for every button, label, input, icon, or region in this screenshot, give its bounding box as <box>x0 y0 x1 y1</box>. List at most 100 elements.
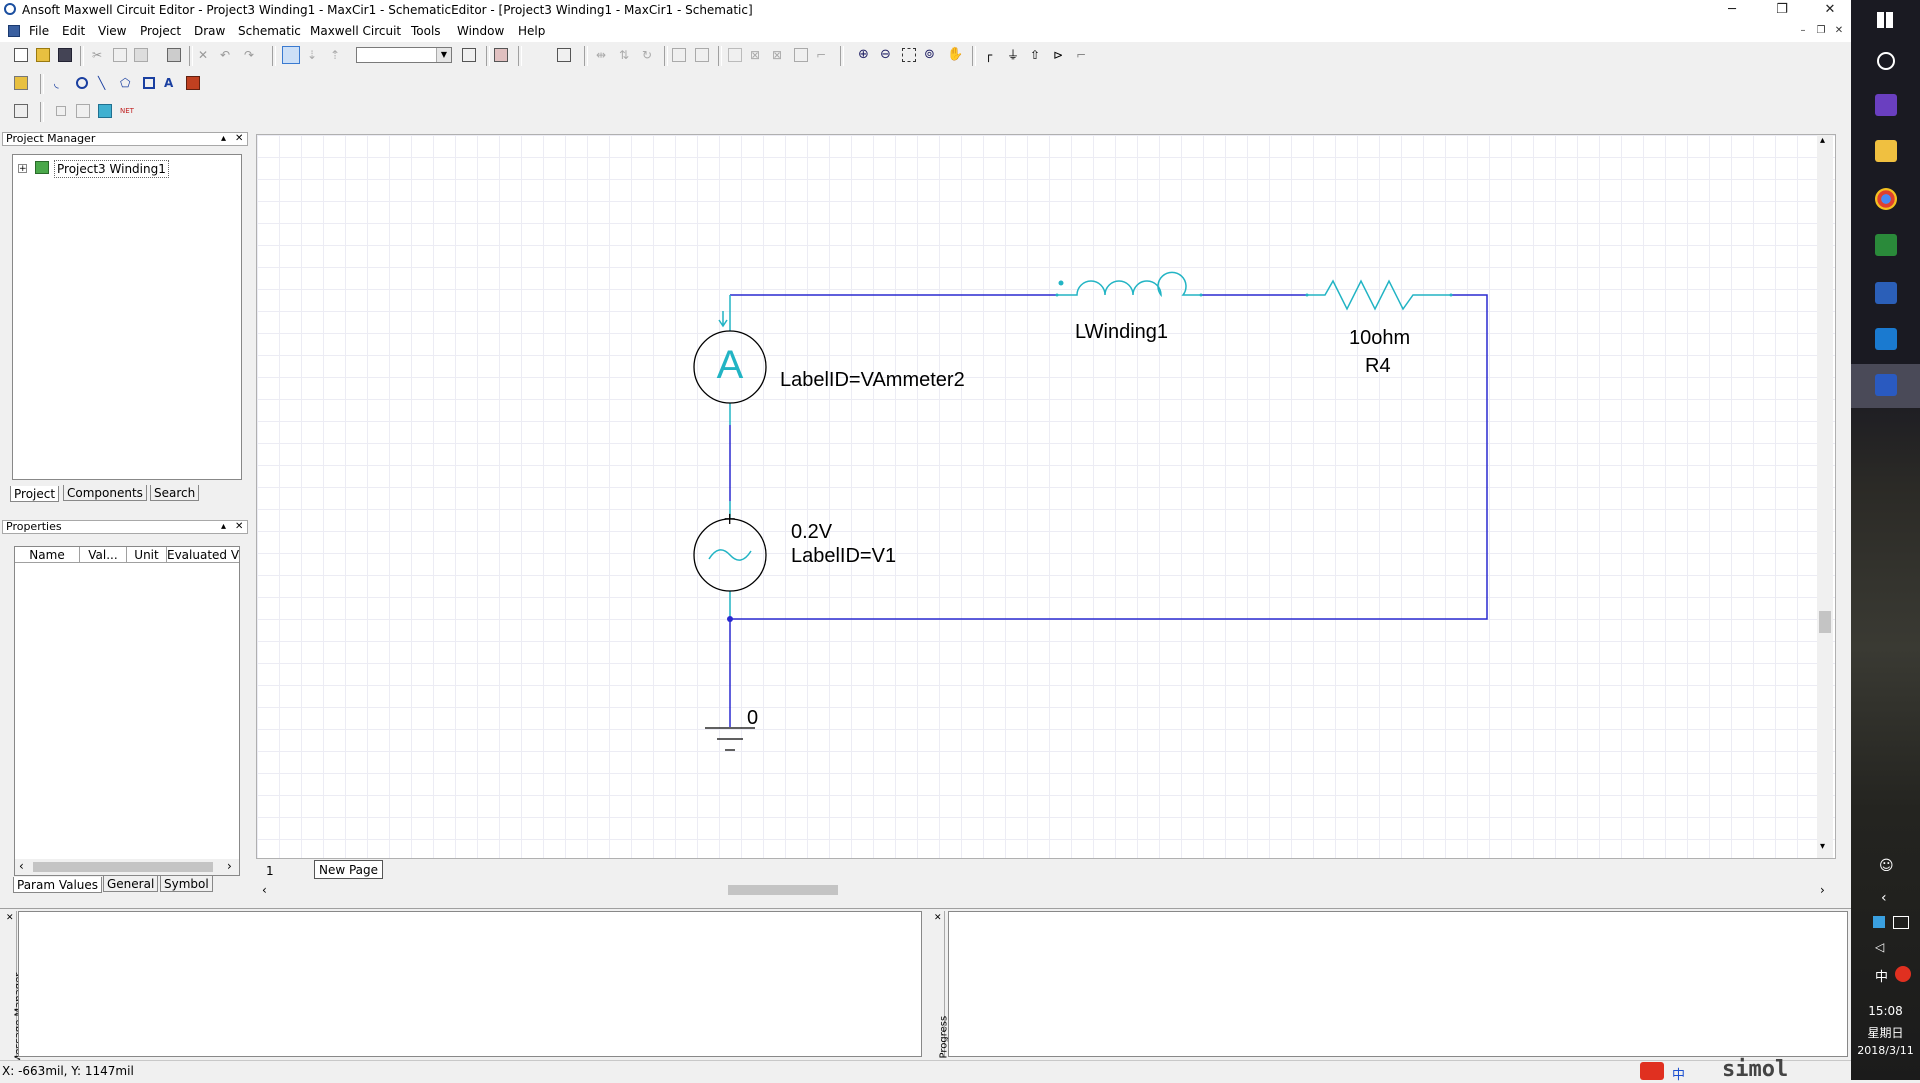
menu-draw[interactable]: Draw <box>194 24 225 38</box>
bring-front-icon[interactable] <box>672 48 686 62</box>
project-tree[interactable]: + Project3 Winding1 <box>12 154 242 480</box>
tab-general[interactable]: General <box>103 876 159 892</box>
clock-date[interactable]: 2018/3/11 <box>1851 1044 1920 1057</box>
vertical-scrollbar[interactable]: ▴ ▾ <box>1817 135 1833 858</box>
push-down-icon[interactable]: ⇣ <box>307 48 321 62</box>
zoom-in-icon[interactable]: ⊕ <box>858 48 872 62</box>
port-tool-icon[interactable]: ⇧ <box>1030 48 1044 62</box>
mdi-minimize-button[interactable]: – <box>1796 24 1810 38</box>
small-box-icon[interactable] <box>56 106 66 116</box>
column-name[interactable]: Name <box>15 547 80 563</box>
panel-close-icon[interactable]: ✕ <box>6 913 14 923</box>
save-icon[interactable] <box>58 48 72 62</box>
tablet-app-icon[interactable] <box>1875 328 1897 350</box>
cortana-icon[interactable] <box>1877 52 1895 70</box>
close-button[interactable]: ✕ <box>1810 0 1850 20</box>
progress-panel[interactable] <box>948 911 1848 1057</box>
snap-grid-icon[interactable] <box>76 104 90 118</box>
menu-tools[interactable]: Tools <box>411 24 441 38</box>
show-hidden-icons[interactable]: ‹ <box>1881 890 1887 906</box>
menu-schematic[interactable]: Schematic <box>238 24 301 38</box>
scroll-left-icon[interactable]: ‹ <box>262 882 267 898</box>
netlist-icon[interactable] <box>462 48 476 62</box>
ansys-icon[interactable] <box>1875 234 1897 256</box>
horizontal-scroll-thumb[interactable] <box>728 885 838 895</box>
page-connector-icon[interactable]: ⊳ <box>1053 48 1067 62</box>
source-value[interactable]: 0.2V <box>791 521 832 544</box>
draw-text-icon[interactable]: A <box>164 76 178 90</box>
zoom-out-icon[interactable]: ⊖ <box>880 48 894 62</box>
ammeter-label[interactable]: LabelID=VAmmeter2 <box>780 369 965 392</box>
column-value[interactable]: Val... <box>80 547 127 563</box>
zoom-fit-icon[interactable]: ⊚ <box>924 48 938 62</box>
maxwell-icon[interactable] <box>1875 374 1897 396</box>
tab-components[interactable]: Components <box>63 485 147 501</box>
redo-icon[interactable]: ↷ <box>244 48 258 62</box>
resistor-name[interactable]: R4 <box>1365 355 1391 378</box>
horizontal-scrollbar[interactable]: ‹ › <box>15 859 239 875</box>
word-icon[interactable] <box>1875 282 1897 304</box>
draw-rectangle-icon[interactable] <box>143 77 155 89</box>
paste-icon[interactable] <box>134 48 148 62</box>
open-folder-icon[interactable] <box>36 48 50 62</box>
scroll-right-icon[interactable]: › <box>227 859 232 873</box>
zoom-area-icon[interactable] <box>902 48 916 62</box>
panel-pin-icon[interactable]: ▴ <box>221 133 226 145</box>
panel-close-icon[interactable]: ✕ <box>934 913 942 923</box>
column-evaluated-value[interactable]: Evaluated Va... <box>167 547 239 563</box>
draw-arc-icon[interactable]: ◟ <box>54 76 68 90</box>
image-icon[interactable] <box>98 104 112 118</box>
task-app-icon[interactable] <box>1875 94 1897 116</box>
pop-up-icon[interactable]: ⇡ <box>330 48 344 62</box>
delete-icon[interactable]: ✕ <box>198 48 212 62</box>
sogou-icon[interactable] <box>1895 966 1911 982</box>
pan-hand-icon[interactable]: ✋ <box>947 48 963 62</box>
panel-close-icon[interactable]: ✕ <box>235 133 243 145</box>
minimize-button[interactable]: ─ <box>1712 0 1752 20</box>
network-icon[interactable] <box>1893 916 1909 929</box>
scroll-left-icon[interactable]: ‹ <box>19 859 24 873</box>
people-icon[interactable]: ☺ <box>1879 858 1894 874</box>
mdi-restore-button[interactable]: ❐ <box>1814 24 1828 38</box>
schematic-drawing[interactable] <box>257 135 1835 858</box>
clock-weekday[interactable]: 星期日 <box>1851 1024 1920 1041</box>
chrome-icon[interactable] <box>1875 188 1897 210</box>
schematic-canvas[interactable]: A LabelID=VAmmeter2 LWinding1 10ohm R4 +… <box>256 134 1836 859</box>
probe-icon[interactable]: ⌐ <box>1076 48 1090 62</box>
file-explorer-icon[interactable] <box>1875 140 1897 162</box>
select-tool-icon[interactable] <box>282 46 300 64</box>
maximize-button[interactable]: ❐ <box>1762 0 1802 20</box>
properties-icon[interactable] <box>494 48 508 62</box>
inductor-label[interactable]: LWinding1 <box>1075 321 1168 344</box>
tree-root-item[interactable]: Project3 Winding1 <box>54 160 169 178</box>
tray-app-icon[interactable] <box>1873 916 1885 928</box>
new-file-icon[interactable] <box>14 48 28 62</box>
menu-edit[interactable]: Edit <box>62 24 85 38</box>
selection-combo[interactable]: ▼ <box>356 47 452 63</box>
ground-label[interactable]: 0 <box>747 707 758 730</box>
panel-pin-icon[interactable]: ▴ <box>221 521 226 533</box>
column-unit[interactable]: Unit <box>127 547 167 563</box>
group-icon[interactable] <box>728 48 742 62</box>
align-icon[interactable]: ⊠ <box>772 48 786 62</box>
rotate-icon[interactable]: ↻ <box>642 48 656 62</box>
menu-window[interactable]: Window <box>457 24 504 38</box>
menu-project[interactable]: Project <box>140 24 181 38</box>
ime-s-icon[interactable] <box>1640 1062 1664 1080</box>
mdi-close-button[interactable]: ✕ <box>1832 24 1846 38</box>
scroll-thumb[interactable] <box>33 862 213 872</box>
clock-time[interactable]: 15:08 <box>1851 1004 1920 1018</box>
source-label[interactable]: LabelID=V1 <box>791 545 896 568</box>
canvas-horizontal-scrollbar[interactable]: ‹ › <box>258 882 1834 898</box>
draw-image-icon[interactable] <box>186 76 200 90</box>
tree-expand-icon[interactable]: + <box>18 164 27 174</box>
draw-circle-icon[interactable] <box>76 77 88 89</box>
ime-chinese-label[interactable]: 中 <box>1672 1064 1685 1083</box>
volume-icon[interactable]: ◁ <box>1875 940 1884 954</box>
wire-tool-icon[interactable]: ┌ <box>985 48 999 62</box>
menu-file[interactable]: File <box>29 24 49 38</box>
undo-icon[interactable]: ↶ <box>220 48 234 62</box>
scroll-down-icon[interactable]: ▾ <box>1820 841 1825 852</box>
wire-disconnect-icon[interactable] <box>532 48 546 62</box>
tab-new-page[interactable]: New Page <box>314 860 384 879</box>
